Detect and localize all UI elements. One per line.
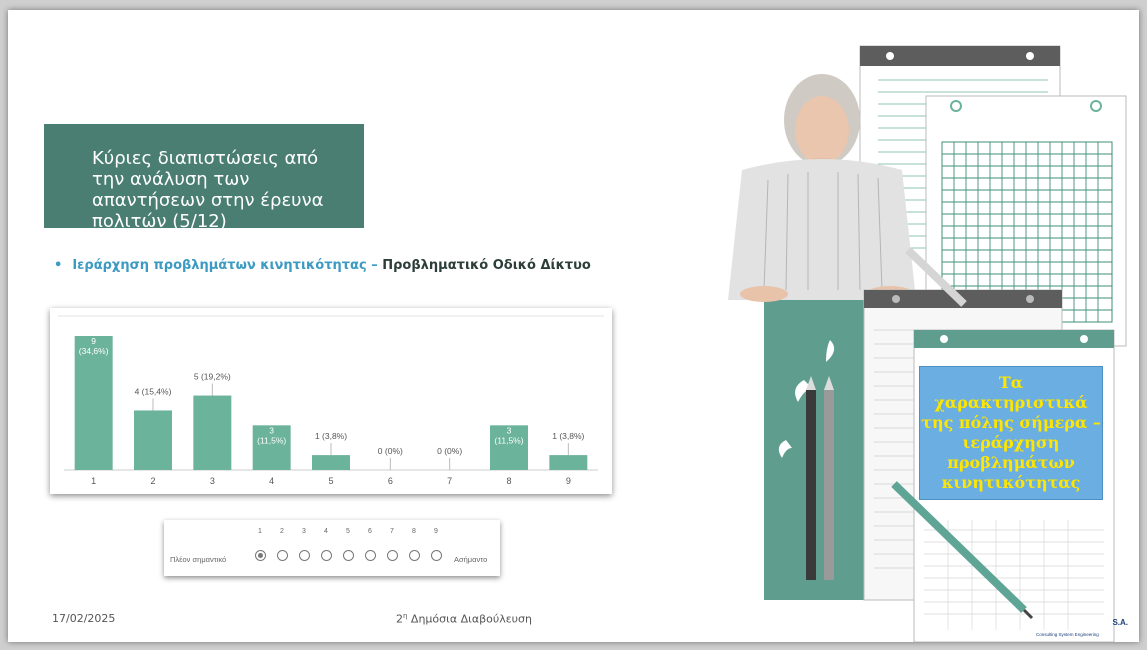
bar-9 bbox=[549, 455, 588, 470]
data-label-7: 0 (0%) bbox=[437, 446, 462, 456]
rating-scale-card: 1 2 3 4 5 6 7 8 9 Πλέον σημαντικό Ασήμαντο bbox=[164, 520, 500, 576]
callout-text: Τα χαρακτηριστικά της πόλης σήμερα – ιερ… bbox=[921, 373, 1101, 492]
data-label-1: 9 bbox=[91, 336, 96, 346]
x-tick-2: 2 bbox=[150, 476, 155, 486]
scale-left-label: Πλέον σημαντικό bbox=[170, 555, 227, 564]
bar-chart: 9(34,6%)14 (15,4%)25 (19,2%)33(11,5%)41 … bbox=[58, 315, 604, 486]
logo-subtitle: Consulting System Engineering bbox=[1036, 632, 1099, 637]
data-label-2: 4 (15,4%) bbox=[135, 386, 172, 396]
footer-event: 2η Δημόσια Διαβούλευση bbox=[396, 612, 532, 626]
scale-radio-8[interactable] bbox=[409, 550, 420, 561]
bar-5 bbox=[312, 455, 350, 470]
scale-right-label: Ασήμαντο bbox=[454, 555, 488, 564]
x-tick-8: 8 bbox=[506, 476, 511, 486]
bar-3 bbox=[193, 395, 232, 470]
scale-radio-5[interactable] bbox=[343, 550, 354, 561]
scale-radio-1[interactable] bbox=[255, 550, 266, 561]
scale-radio-6[interactable] bbox=[365, 550, 376, 561]
bullet-marker: • bbox=[54, 258, 63, 273]
data-label-4: 3 bbox=[269, 425, 274, 435]
scale-radio-4[interactable] bbox=[321, 550, 332, 561]
scale-number-7: 7 bbox=[390, 528, 394, 535]
scale-radio-2[interactable] bbox=[277, 550, 288, 561]
bar-1 bbox=[74, 336, 113, 470]
scale-number-4: 4 bbox=[324, 528, 328, 535]
x-tick-9: 9 bbox=[566, 476, 571, 486]
title-box: Κύριες διαπιστώσεις από την ανάλυση των … bbox=[44, 124, 364, 232]
data-label-9: 1 (3,8%) bbox=[552, 431, 584, 441]
illustration-woman-notebooks bbox=[728, 45, 1127, 642]
x-tick-4: 4 bbox=[269, 476, 274, 486]
data-label-4: (11,5%) bbox=[257, 435, 286, 445]
data-label-3: 5 (19,2%) bbox=[194, 372, 231, 382]
footer-date: 17/02/2025 bbox=[52, 612, 116, 625]
bullet-subtopic: Προβληματικό Οδικό Δίκτυο bbox=[382, 258, 591, 273]
data-label-8: 3 bbox=[507, 425, 512, 435]
bullet-topic: Ιεράρχηση προβλημάτων κινητικότητας bbox=[72, 258, 367, 273]
scale-number-1: 1 bbox=[258, 528, 262, 535]
scale-number-8: 8 bbox=[412, 528, 416, 535]
x-tick-3: 3 bbox=[210, 476, 215, 486]
data-label-1: (34,6%) bbox=[79, 346, 109, 356]
callout-box: Τα χαρακτηριστικά της πόλης σήμερα – ιερ… bbox=[919, 366, 1103, 500]
bar-chart-card: 9 (34,6%) 1 4 (15,4%) 2 5 (19,2%) 3 3 (11,5%) 4 1 … bbox=[50, 308, 612, 494]
x-tick-1: 1 bbox=[91, 476, 96, 486]
scale-number-5: 5 bbox=[346, 528, 350, 535]
scale-radio-9[interactable] bbox=[431, 550, 442, 561]
company-logo: S.A. Consulting System Engineering bbox=[1032, 618, 1132, 640]
data-label-5: 1 (3,8%) bbox=[315, 431, 347, 441]
footer-event-number: 2 bbox=[396, 612, 403, 626]
slide-title: Κύριες διαπιστώσεις από την ανάλυση των … bbox=[92, 148, 324, 232]
x-tick-6: 6 bbox=[388, 476, 393, 486]
scale-number-2: 2 bbox=[280, 528, 284, 535]
scale-number-3: 3 bbox=[302, 528, 306, 535]
slide: Κύριες διαπιστώσεις από την ανάλυση των … bbox=[8, 10, 1139, 642]
scale-radio-7[interactable] bbox=[387, 550, 398, 561]
logo-mark: S.A. bbox=[1112, 618, 1128, 627]
footer-event-text: Δημόσια Διαβούλευση bbox=[407, 612, 532, 626]
scale-number-9: 9 bbox=[434, 528, 438, 535]
x-tick-5: 5 bbox=[328, 476, 333, 486]
bar-2 bbox=[134, 410, 172, 470]
scale-number-6: 6 bbox=[368, 528, 372, 535]
data-label-8: (11,5%) bbox=[494, 435, 523, 445]
x-tick-7: 7 bbox=[447, 476, 452, 486]
bullet-dash: – bbox=[366, 258, 383, 273]
bullet-line: • Ιεράρχηση προβλημάτων κινητικότητας – Π… bbox=[54, 258, 591, 273]
scale-radio-3[interactable] bbox=[299, 550, 310, 561]
data-label-6: 0 (0%) bbox=[378, 446, 403, 456]
